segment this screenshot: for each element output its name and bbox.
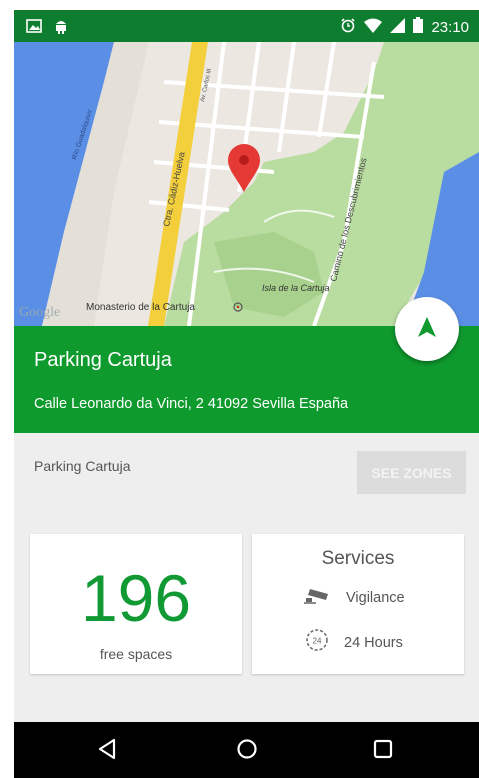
navigation-arrow-icon: [418, 316, 436, 342]
status-bar: 23:10: [14, 10, 479, 42]
clock-24h-icon: 24: [304, 627, 330, 658]
free-spaces-label: free spaces: [99, 646, 173, 662]
recents-icon: [373, 739, 393, 764]
free-spaces-card: 196 free spaces: [30, 534, 242, 674]
image-notification-icon: [26, 19, 42, 38]
service-item-24-hours: 24 24 Hours: [304, 627, 403, 658]
security-camera-icon: [304, 586, 332, 609]
services-card: Services Vigilance 24 24 Hours: [252, 534, 464, 674]
back-icon: [97, 738, 117, 765]
free-spaces-count: 196: [80, 561, 192, 635]
parking-name-label: Parking Cartuja: [34, 458, 131, 474]
map-label-monasterio: Monasterio de la Cartuja: [86, 302, 195, 313]
google-logo: Google: [19, 305, 60, 320]
navigate-button[interactable]: [395, 297, 459, 361]
service-label: 24 Hours: [344, 634, 403, 651]
service-label: Vigilance: [346, 589, 405, 606]
system-nav-bar: [14, 722, 479, 778]
back-button[interactable]: [92, 736, 122, 766]
see-zones-button[interactable]: SEE ZONES: [357, 451, 466, 494]
parking-address: Calle Leonardo da Vinci, 2 41092 Sevilla…: [34, 396, 349, 412]
signal-icon: [390, 17, 406, 37]
alarm-icon: [340, 17, 356, 37]
battery-icon: [413, 17, 424, 37]
app-frame: 23:10 Río Guadalquivir Ctra. Cádiz-Huelv…: [14, 10, 479, 778]
services-title: Services: [321, 548, 395, 569]
android-notification-icon: [54, 18, 68, 39]
svg-text:24: 24: [313, 637, 322, 646]
parking-title: Parking Cartuja: [34, 349, 172, 371]
map-label-isla: Isla de la Cartuja: [262, 283, 330, 293]
home-icon: [236, 738, 258, 765]
map-view[interactable]: Río Guadalquivir Ctra. Cádiz-Huelva Av. …: [14, 41, 479, 327]
home-button[interactable]: [232, 736, 262, 766]
service-item-vigilance: Vigilance: [304, 586, 405, 609]
recents-button[interactable]: [368, 736, 398, 766]
wifi-icon: [364, 18, 383, 37]
clock-time: 23:10: [431, 18, 469, 36]
